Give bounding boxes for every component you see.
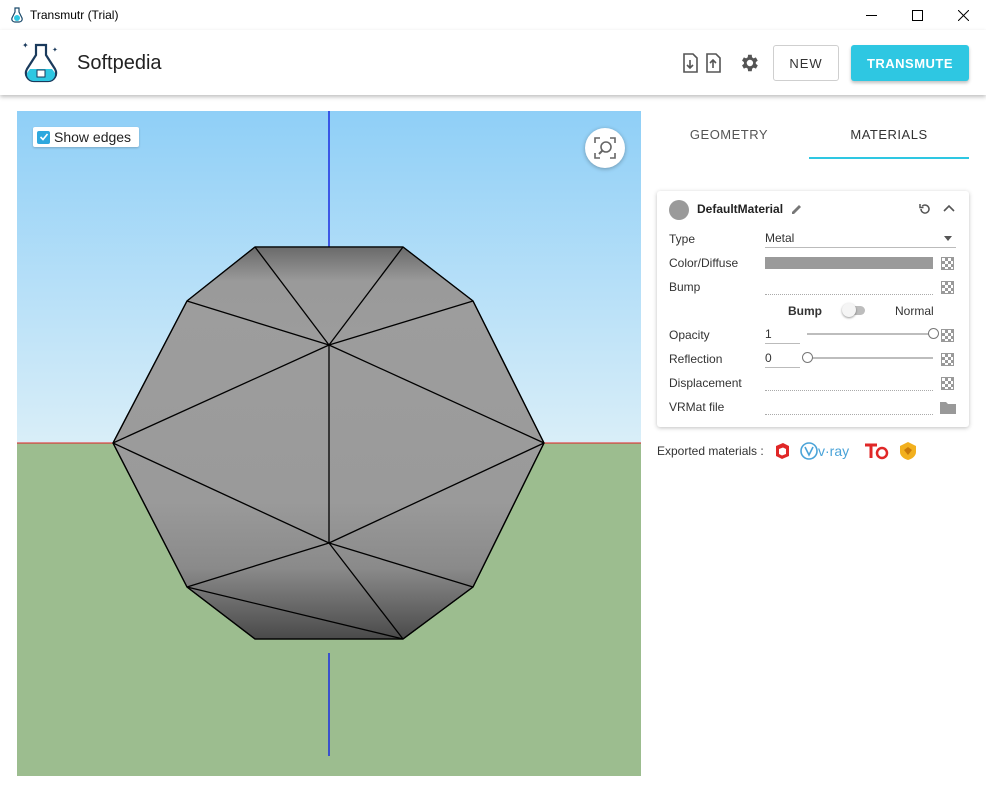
opacity-slider[interactable] (807, 333, 933, 335)
transmute-button[interactable]: TRANSMUTE (851, 45, 969, 81)
reset-icon[interactable] (917, 201, 933, 217)
type-select[interactable]: Metal (765, 231, 956, 248)
reflection-texture-icon[interactable] (941, 353, 954, 366)
bump-toggle-left-label: Bump (788, 304, 822, 318)
zoom-extents-button[interactable] (585, 128, 625, 168)
app-header: ✦ ✦ Softpedia NEW TRANSMUTE (0, 30, 986, 95)
tab-geometry[interactable]: GEOMETRY (649, 111, 809, 157)
export-file-icon[interactable] (702, 52, 724, 74)
dropdown-arrow-icon (944, 236, 952, 241)
type-value: Metal (765, 231, 795, 245)
reflection-label: Reflection (669, 352, 723, 366)
minimize-button[interactable] (848, 0, 894, 30)
opacity-slider-knob[interactable] (928, 328, 939, 339)
reflection-input[interactable]: 0 (765, 351, 800, 368)
vrmat-file-field[interactable] (765, 400, 933, 415)
show-edges-toggle[interactable]: Show edges (33, 127, 140, 147)
opacity-label: Opacity (669, 328, 710, 342)
checkmark-icon (39, 133, 48, 141)
displacement-label: Displacement (669, 376, 742, 390)
color-texture-icon[interactable] (941, 257, 954, 270)
show-edges-label: Show edges (54, 129, 132, 145)
maximize-button[interactable] (894, 0, 940, 30)
close-button[interactable] (940, 0, 986, 30)
bump-texture-icon[interactable] (941, 281, 954, 294)
material-name: DefaultMaterial (697, 202, 784, 216)
settings-gear-icon[interactable] (738, 52, 760, 74)
3d-viewport[interactable]: Show edges (17, 111, 641, 776)
maximize-icon (911, 9, 923, 21)
reflection-value: 0 (765, 351, 772, 365)
type-label: Type (669, 232, 696, 246)
scene-canvas[interactable] (17, 111, 641, 776)
tab-materials[interactable]: MATERIALS (809, 111, 969, 159)
new-button[interactable]: NEW (773, 45, 839, 81)
zoom-extents-icon (594, 137, 616, 159)
exported-materials-label: Exported materials : (657, 444, 764, 458)
opacity-texture-icon[interactable] (941, 329, 954, 342)
switch-knob (842, 303, 856, 317)
sketchup-icon[interactable] (773, 442, 791, 460)
bump-toggle-right-label: Normal (895, 304, 934, 318)
flask-logo-icon: ✦ ✦ (22, 41, 58, 83)
vray-icon[interactable]: v·ray (799, 441, 857, 461)
minimize-icon (865, 14, 877, 16)
show-edges-checkbox[interactable] (37, 130, 50, 144)
close-icon (957, 9, 969, 21)
reflection-slider-knob[interactable] (802, 352, 813, 363)
folder-icon[interactable] (940, 401, 956, 414)
displacement-texture-icon[interactable] (941, 377, 954, 390)
vrmat-file-label: VRMat file (669, 400, 725, 414)
edit-pencil-icon[interactable] (789, 201, 805, 217)
bump-label: Bump (669, 280, 701, 294)
color-diffuse-label: Color/Diffuse (669, 256, 739, 270)
bump-field[interactable] (765, 280, 933, 295)
svg-text:✦: ✦ (52, 46, 58, 54)
material-card: DefaultMaterial Type Metal Color/Diffuse… (657, 191, 969, 427)
vray-text: v·ray (818, 443, 849, 459)
import-file-icon[interactable] (679, 52, 701, 74)
material-color-swatch[interactable] (669, 200, 689, 220)
svg-text:✦: ✦ (22, 41, 29, 50)
thea-icon[interactable] (863, 441, 891, 461)
panel-tabs: GEOMETRY MATERIALS (649, 111, 969, 159)
window-title: Transmutr (Trial) (30, 8, 119, 22)
enscape-icon[interactable] (899, 441, 917, 461)
app-flask-icon (11, 7, 23, 23)
reflection-slider[interactable] (807, 357, 933, 359)
brand-name: Softpedia (77, 52, 162, 74)
color-diffuse-bar[interactable] (765, 257, 933, 269)
opacity-input[interactable]: 1 (765, 327, 800, 344)
displacement-field[interactable] (765, 376, 933, 391)
opacity-value: 1 (765, 327, 772, 341)
bump-normal-switch[interactable] (842, 303, 865, 317)
collapse-chevron-icon[interactable] (941, 201, 957, 217)
title-bar: Transmutr (Trial) (0, 0, 986, 31)
